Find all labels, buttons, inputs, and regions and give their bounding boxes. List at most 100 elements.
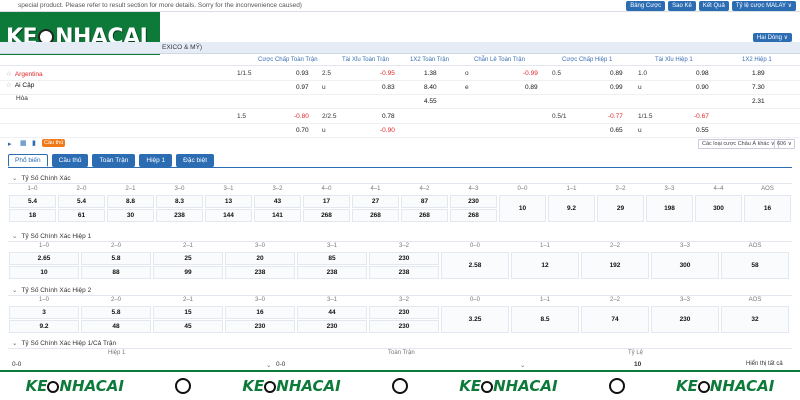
stats-icon[interactable]: ▦ xyxy=(20,139,27,147)
odds-value[interactable]: 5.4 xyxy=(57,198,106,205)
display-mode-select[interactable]: Hai Dòng ∨ xyxy=(752,33,792,42)
bet-type-select[interactable]: Các loại cược Châu Á khác ∨ xyxy=(698,139,779,149)
odds-value[interactable]: 17 xyxy=(302,198,351,205)
odds-value[interactable]: 58 xyxy=(720,262,790,269)
tab-popular[interactable]: Phổ biến xyxy=(8,154,48,167)
results-button[interactable]: Kết Quả xyxy=(698,1,729,11)
odds-value[interactable]: 44 xyxy=(296,309,368,316)
odds-value[interactable]: 9.2 xyxy=(8,323,80,330)
odds-value[interactable]: 268 xyxy=(302,212,351,219)
odds-value[interactable]: 87 xyxy=(400,198,449,205)
odds-value[interactable]: 141 xyxy=(253,212,302,219)
count-select[interactable]: 606 ∨ xyxy=(774,139,795,149)
odds-value[interactable]: 0.83 xyxy=(382,84,395,91)
chart-icon[interactable]: ▮ xyxy=(32,139,36,147)
tab-fulltime[interactable]: Toàn Trận xyxy=(92,154,136,167)
odds-value[interactable]: 48 xyxy=(80,323,152,330)
odds-value[interactable]: 74 xyxy=(580,316,650,323)
player-badge[interactable]: Cầu thủ xyxy=(42,139,66,147)
odds-value[interactable]: 5.8 xyxy=(80,255,152,262)
odds-value[interactable]: 230 xyxy=(368,255,440,262)
odds-value[interactable]: 29 xyxy=(596,205,645,212)
odds-value[interactable]: 27 xyxy=(351,198,400,205)
odds-value[interactable]: 230 xyxy=(296,323,368,330)
tab-special[interactable]: Đặc biệt xyxy=(176,154,215,167)
odds-value[interactable]: 230 xyxy=(224,323,296,330)
odds-value[interactable]: 230 xyxy=(449,198,498,205)
odds-value[interactable]: 198 xyxy=(645,205,694,212)
bet-list-button[interactable]: Bảng Cược xyxy=(626,1,666,11)
odds-value[interactable]: -0.77 xyxy=(608,113,623,120)
section-correct-score[interactable]: ⌄ Tỷ Số Chính Xác xyxy=(8,174,792,184)
odds-value[interactable]: 238 xyxy=(368,269,440,276)
star-icon[interactable]: ☆ xyxy=(6,71,12,78)
odds-type-select[interactable]: Tỷ lệ cược MALAY ∨ xyxy=(731,1,796,11)
odds-value[interactable]: 85 xyxy=(296,255,368,262)
odds-value[interactable]: 0.78 xyxy=(382,113,395,120)
odds-value[interactable]: 7.30 xyxy=(752,84,765,91)
half1-select[interactable]: 0-0 xyxy=(12,361,21,368)
odds-value[interactable]: 99 xyxy=(152,269,224,276)
odds-value[interactable]: 1.38 xyxy=(424,70,437,77)
odds-value[interactable]: 300 xyxy=(650,262,720,269)
odds-value[interactable]: 0.97 xyxy=(296,84,309,91)
fulltime-select[interactable]: 0-0 xyxy=(276,361,285,368)
odds-value[interactable]: 238 xyxy=(155,212,204,219)
odds-value[interactable]: 45 xyxy=(152,323,224,330)
odds-value[interactable]: 20 xyxy=(224,255,296,262)
odds-value[interactable]: -0.95 xyxy=(380,70,395,77)
odds-value[interactable]: 0.98 xyxy=(696,70,709,77)
odds-value[interactable]: 3 xyxy=(8,309,80,316)
odds-value[interactable]: 0.99 xyxy=(610,84,623,91)
odds-value[interactable]: 3.25 xyxy=(440,316,510,323)
odds-value[interactable]: 230 xyxy=(368,323,440,330)
odds-value[interactable]: 0.70 xyxy=(296,127,309,134)
odds-value[interactable]: -0.80 xyxy=(294,113,309,120)
section-htft-score[interactable]: ⌄ Tỷ Số Chính Xác Hiệp 1/Cả Trận xyxy=(8,339,792,349)
odds-value[interactable]: 61 xyxy=(57,212,106,219)
odds-value[interactable]: 9.2 xyxy=(547,205,596,212)
odds-value[interactable]: 0.89 xyxy=(525,84,538,91)
odds-value[interactable]: -0.90 xyxy=(380,127,395,134)
odds-value[interactable]: 300 xyxy=(694,205,743,212)
show-all-select[interactable]: Hiển thị tất cả xyxy=(746,361,783,367)
odds-value[interactable]: 0.55 xyxy=(696,127,709,134)
section-correct-score-h2[interactable]: ⌄ Tỷ Số Chính Xác Hiệp 2 xyxy=(8,286,792,296)
odds-value[interactable]: 1.89 xyxy=(752,70,765,77)
odds-value[interactable]: 88 xyxy=(80,269,152,276)
odds-value[interactable]: 268 xyxy=(351,212,400,219)
odds-value[interactable]: -0.67 xyxy=(694,113,709,120)
odds-value[interactable]: -0.99 xyxy=(523,70,538,77)
odds-value[interactable]: 4.55 xyxy=(424,98,437,105)
chevron-down-icon[interactable]: ⌄ xyxy=(266,361,271,369)
odds-value[interactable]: 13 xyxy=(204,198,253,205)
odds-value[interactable]: 0.65 xyxy=(610,127,623,134)
odds-value[interactable]: 10 xyxy=(634,361,641,368)
tab-half1[interactable]: Hiệp 1 xyxy=(139,154,173,167)
odds-value[interactable]: 144 xyxy=(204,212,253,219)
odds-value[interactable]: 15 xyxy=(152,309,224,316)
odds-value[interactable]: 268 xyxy=(400,212,449,219)
odds-value[interactable]: 18 xyxy=(8,212,57,219)
odds-value[interactable]: 25 xyxy=(152,255,224,262)
chevron-down-icon[interactable]: ⌄ xyxy=(520,361,525,369)
chevron-right-icon[interactable]: ▸ xyxy=(8,140,12,148)
odds-value[interactable]: 0.93 xyxy=(296,70,309,77)
odds-value[interactable]: 8.3 xyxy=(155,198,204,205)
odds-value[interactable]: 16 xyxy=(743,205,792,212)
tab-player[interactable]: Cầu thủ xyxy=(51,154,89,167)
odds-value[interactable]: 32 xyxy=(720,316,790,323)
odds-value[interactable]: 2.58 xyxy=(440,262,510,269)
star-icon[interactable]: ☆ xyxy=(6,82,12,89)
odds-value[interactable]: 30 xyxy=(106,212,155,219)
odds-value[interactable]: 0.90 xyxy=(696,84,709,91)
odds-value[interactable]: 16 xyxy=(224,309,296,316)
odds-value[interactable]: 268 xyxy=(449,212,498,219)
odds-value[interactable]: 8.40 xyxy=(424,84,437,91)
odds-value[interactable]: 10 xyxy=(498,205,547,212)
odds-value[interactable]: 238 xyxy=(224,269,296,276)
section-correct-score-h1[interactable]: ⌄ Tỷ Số Chính Xác Hiệp 1 xyxy=(8,232,792,242)
odds-value[interactable]: 2.65 xyxy=(8,255,80,262)
odds-value[interactable]: 238 xyxy=(296,269,368,276)
odds-value[interactable]: 8.5 xyxy=(510,316,580,323)
